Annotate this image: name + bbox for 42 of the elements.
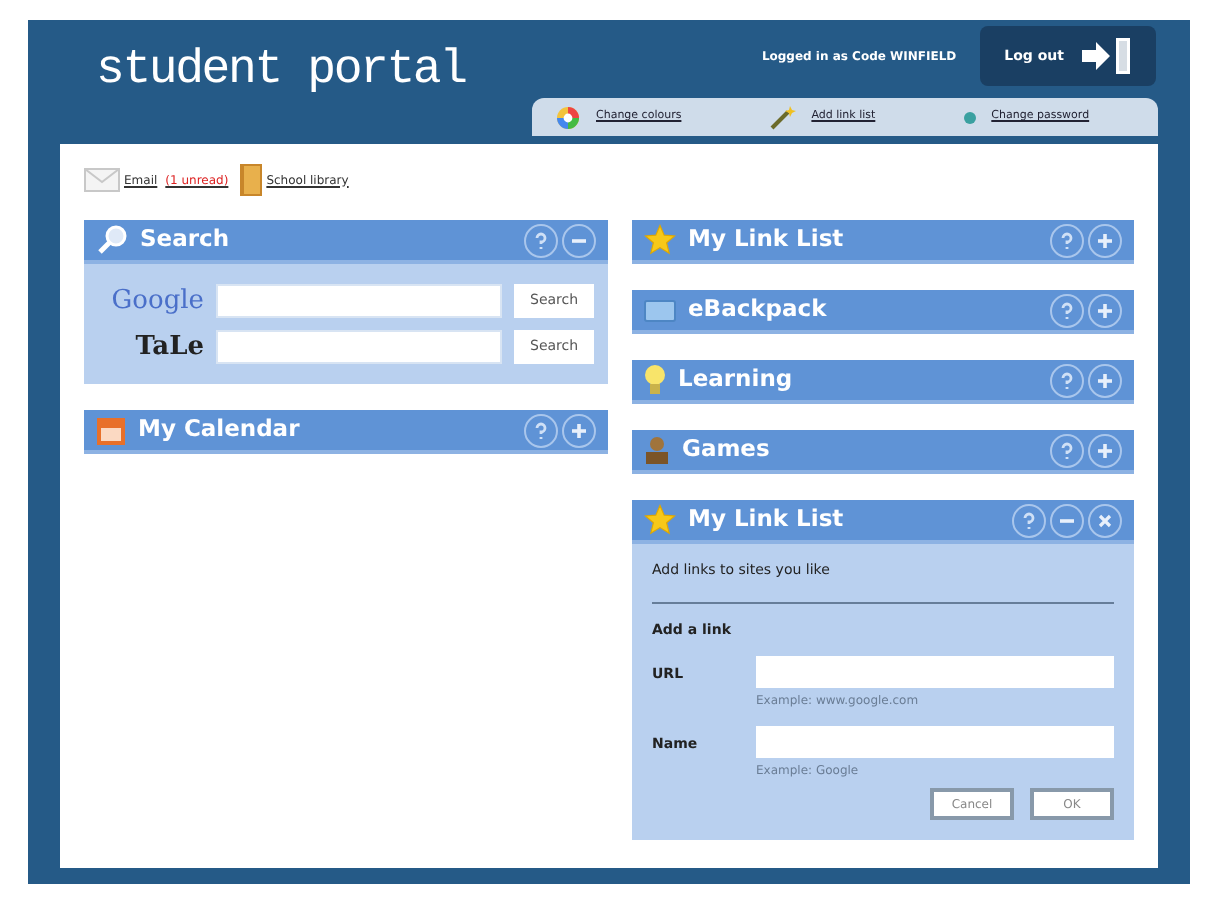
help-icon[interactable] [1050, 223, 1084, 257]
search-engine-logo: Google [109, 288, 204, 314]
dot-icon [963, 111, 976, 123]
expand-icon[interactable] [1088, 433, 1122, 467]
star-icon [644, 224, 676, 256]
panel-title: My Calendar [138, 412, 300, 447]
panel-title: Search [140, 222, 230, 257]
panel-title: Games [682, 432, 770, 467]
panel-title: My Link List [688, 502, 844, 537]
book-icon [240, 164, 263, 196]
expand-icon[interactable] [562, 413, 596, 447]
help-icon[interactable] [1050, 433, 1084, 467]
magnifier-icon [96, 224, 128, 256]
search-field[interactable] [216, 284, 502, 318]
calendar-icon [96, 415, 126, 445]
search-field[interactable] [216, 330, 502, 364]
collapse-icon[interactable] [562, 223, 596, 257]
exit-door-icon [1080, 38, 1132, 74]
help-icon[interactable] [1050, 293, 1084, 327]
folder-icon [644, 298, 676, 322]
wand-icon [769, 105, 796, 129]
close-icon[interactable] [1088, 503, 1122, 537]
star-icon [644, 504, 676, 536]
help-icon[interactable] [1050, 363, 1084, 397]
expand-icon[interactable] [1088, 223, 1122, 257]
panel-title: My Link List [688, 222, 844, 257]
game-piece-icon [644, 436, 670, 464]
envelope-icon [84, 168, 120, 192]
portal-title: student portal [94, 42, 466, 102]
help-icon[interactable] [524, 413, 558, 447]
lightbulb-icon [644, 364, 666, 396]
search-engine-logo: TaLe [133, 334, 204, 360]
collapse-icon[interactable] [1050, 503, 1084, 537]
panel-title: Learning [678, 362, 793, 397]
color-wheel-icon [556, 105, 580, 129]
link-input-field[interactable] [756, 656, 1114, 688]
expand-icon[interactable] [1088, 293, 1122, 327]
expand-icon[interactable] [1088, 363, 1122, 397]
help-icon[interactable] [524, 223, 558, 257]
panel-title: eBackpack [688, 292, 827, 327]
help-icon[interactable] [1012, 503, 1046, 537]
link-input-field[interactable] [756, 726, 1114, 758]
